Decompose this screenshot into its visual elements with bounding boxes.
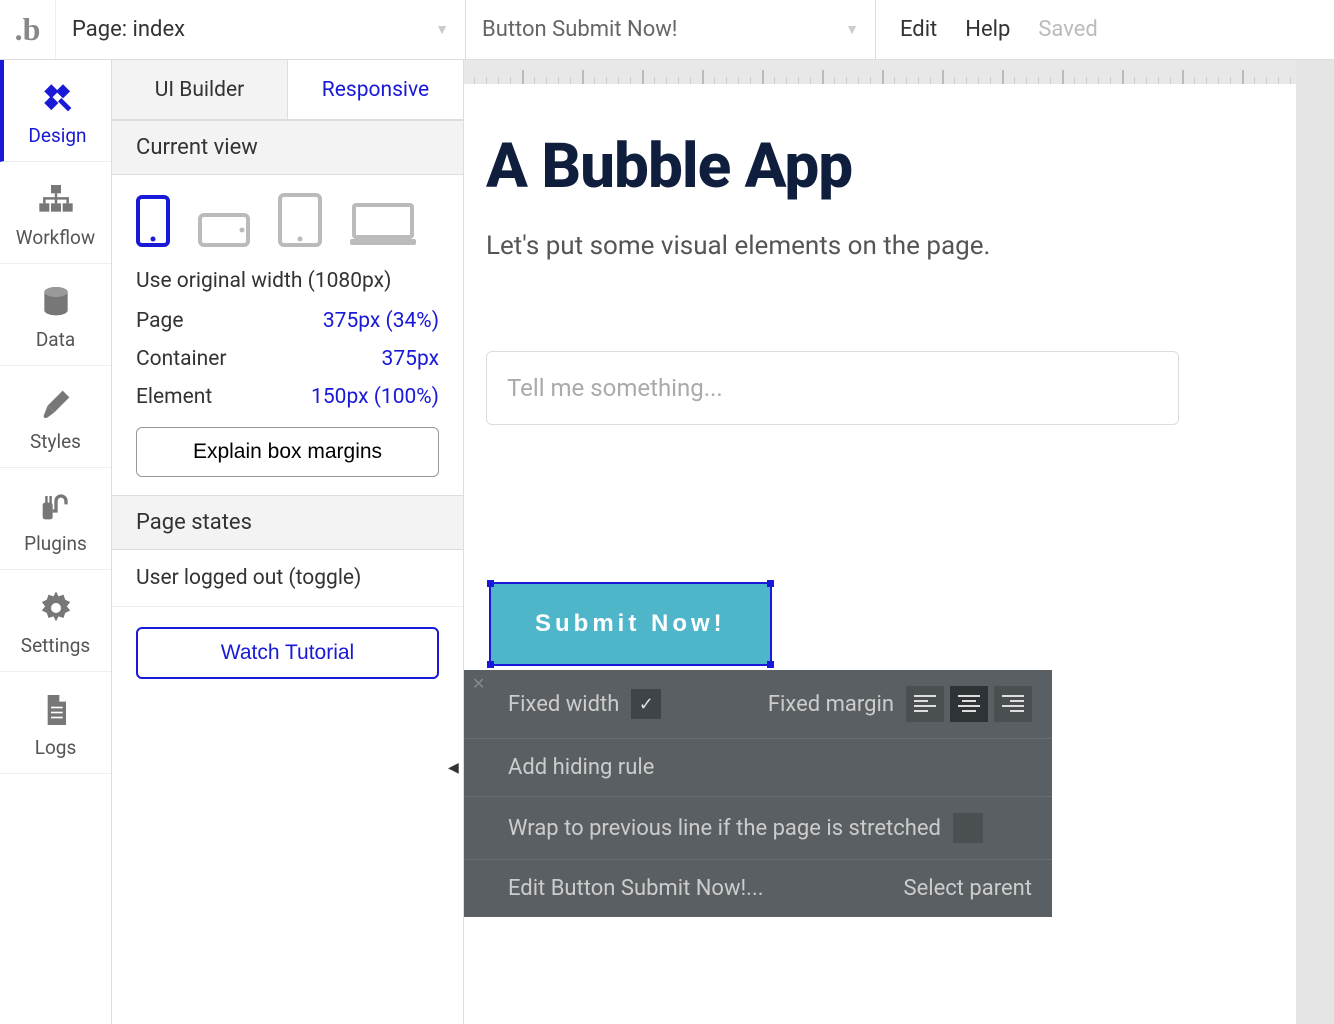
- nav-label: Settings: [21, 634, 90, 657]
- nav-workflow[interactable]: Workflow: [0, 162, 111, 264]
- element-selector-label: Button Submit Now!: [482, 17, 677, 42]
- edit-element-link[interactable]: Edit Button Submit Now!...: [508, 876, 764, 901]
- device-desktop-icon[interactable]: [350, 201, 416, 251]
- use-original-width[interactable]: Use original width (1080px): [136, 269, 439, 293]
- ruler-horizontal: [464, 60, 1334, 84]
- nav-data[interactable]: Data: [0, 264, 111, 366]
- selection-box[interactable]: Submit Now!: [489, 582, 772, 666]
- add-hiding-rule[interactable]: Add hiding rule: [508, 755, 654, 780]
- device-phone-landscape-icon[interactable]: [198, 213, 250, 251]
- resize-handle[interactable]: [767, 661, 774, 668]
- metric-element-value[interactable]: 150px (100%): [311, 385, 439, 409]
- align-right-icon[interactable]: [994, 686, 1032, 722]
- nav-logs[interactable]: Logs: [0, 672, 111, 774]
- nav-label: Styles: [30, 430, 81, 453]
- resize-handle[interactable]: [487, 580, 494, 587]
- nav-design[interactable]: Design: [0, 60, 111, 162]
- canvas-right-gutter: [1296, 60, 1334, 1024]
- logo-b-icon: .b: [15, 11, 41, 48]
- logs-icon: [34, 690, 78, 730]
- tab-responsive[interactable]: Responsive: [288, 60, 463, 120]
- wrap-previous-line-label: Wrap to previous line if the page is str…: [508, 816, 941, 841]
- left-nav: Design Workflow Data Styles Plugins: [0, 60, 112, 1024]
- nav-label: Workflow: [16, 226, 95, 249]
- element-property-panel: ✕ Fixed width ✓ Fixed margin: [464, 670, 1052, 917]
- metric-page-value[interactable]: 375px (34%): [323, 309, 439, 333]
- collapse-panel-icon[interactable]: ◀: [448, 760, 459, 776]
- fixed-margin-label: Fixed margin: [768, 692, 894, 717]
- device-phone-portrait-icon[interactable]: [136, 195, 170, 251]
- section-page-states: Page states: [112, 495, 463, 550]
- explain-box-margins-button[interactable]: Explain box margins: [136, 427, 439, 477]
- page-title[interactable]: A Bubble App: [486, 130, 1294, 203]
- logo[interactable]: .b: [0, 0, 56, 59]
- element-selector[interactable]: Button Submit Now! ▼: [466, 0, 876, 59]
- section-current-view: Current view: [112, 120, 463, 175]
- data-icon: [34, 282, 78, 322]
- tab-ui-builder[interactable]: UI Builder: [112, 60, 288, 120]
- workflow-icon: [34, 180, 78, 220]
- topbar: .b Page: index ▼ Button Submit Now! ▼ Ed…: [0, 0, 1334, 60]
- saved-status: Saved: [1038, 17, 1097, 42]
- nav-label: Design: [28, 124, 86, 147]
- page-selector-label: Page: index: [72, 17, 185, 42]
- design-icon: [36, 78, 80, 118]
- help-link[interactable]: Help: [965, 17, 1010, 42]
- canvas-area: ◀ A Bubble App Let's put some visual ele…: [464, 60, 1334, 1024]
- watch-tutorial-button[interactable]: Watch Tutorial: [136, 627, 439, 679]
- fixed-width-checkbox[interactable]: ✓: [631, 689, 661, 719]
- nav-label: Logs: [35, 736, 77, 759]
- resize-handle[interactable]: [487, 661, 494, 668]
- nav-plugins[interactable]: Plugins: [0, 468, 111, 570]
- select-parent-link[interactable]: Select parent: [904, 876, 1033, 901]
- device-tablet-icon[interactable]: [278, 193, 322, 251]
- nav-styles[interactable]: Styles: [0, 366, 111, 468]
- styles-icon: [34, 384, 78, 424]
- chevron-down-icon: ▼: [845, 21, 859, 38]
- resize-handle[interactable]: [767, 580, 774, 587]
- align-left-icon[interactable]: [906, 686, 944, 722]
- close-icon[interactable]: ✕: [472, 674, 485, 693]
- chevron-down-icon: ▼: [435, 21, 449, 38]
- state-user-logged-out[interactable]: User logged out (toggle): [112, 550, 463, 607]
- page-subtitle[interactable]: Let's put some visual elements on the pa…: [486, 231, 1294, 261]
- metric-container-label: Container: [136, 347, 227, 371]
- nav-label: Plugins: [24, 532, 87, 555]
- text-input-placeholder[interactable]: Tell me something...: [486, 351, 1179, 425]
- nav-label: Data: [36, 328, 75, 351]
- page-selector[interactable]: Page: index ▼: [56, 0, 466, 59]
- metric-container-value[interactable]: 375px: [382, 347, 439, 371]
- wrap-checkbox[interactable]: [953, 813, 983, 843]
- align-center-icon[interactable]: [950, 686, 988, 722]
- nav-settings[interactable]: Settings: [0, 570, 111, 672]
- edit-link[interactable]: Edit: [900, 17, 937, 42]
- metric-page-label: Page: [136, 309, 184, 333]
- plugins-icon: [34, 486, 78, 526]
- metric-element-label: Element: [136, 385, 212, 409]
- submit-button[interactable]: Submit Now!: [491, 584, 770, 664]
- settings-icon: [34, 588, 78, 628]
- side-panel: UI Builder Responsive Current view Use o…: [112, 60, 464, 1024]
- fixed-width-label: Fixed width: [508, 692, 619, 717]
- top-actions: Edit Help Saved: [876, 0, 1122, 59]
